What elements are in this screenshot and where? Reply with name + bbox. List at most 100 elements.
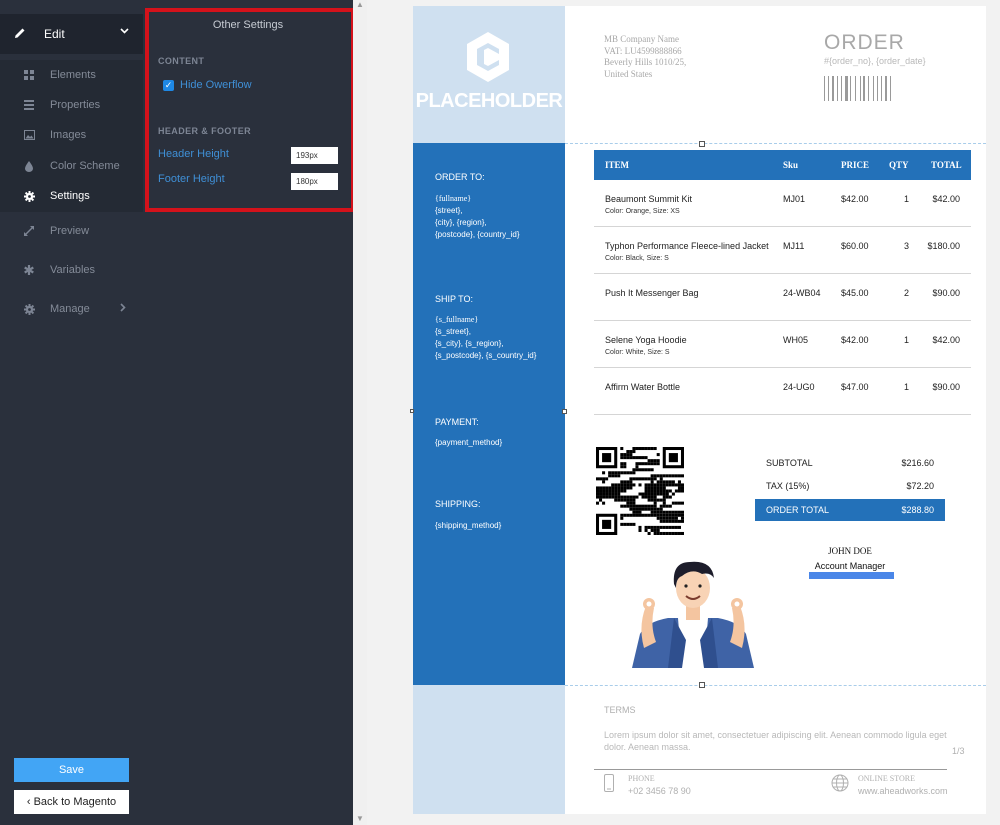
logo-icon: [467, 32, 509, 82]
resize-handle[interactable]: [410, 409, 414, 413]
qr-module: [641, 513, 645, 517]
save-button[interactable]: Save: [14, 758, 129, 782]
qr-module: [659, 483, 663, 487]
qr-module: [626, 480, 630, 484]
address-line: {s_postcode}, {s_country_id}: [435, 351, 537, 360]
edit-menu-toggle[interactable]: Edit: [0, 14, 143, 54]
qr-module: [671, 525, 675, 529]
ship-to-heading: SHIP TO:: [435, 294, 474, 304]
qr-module: [599, 492, 603, 496]
qr-module: [677, 480, 681, 484]
nav-item-images[interactable]: Images: [0, 120, 143, 150]
nav-item-label: Images: [50, 129, 87, 141]
qr-module: [662, 513, 666, 517]
qr-module: [611, 495, 615, 499]
qr-module: [608, 495, 612, 499]
qr-module: [632, 468, 636, 472]
qr-module: [656, 474, 660, 478]
barcode-bar: [835, 76, 836, 101]
barcode-bar: [875, 76, 876, 101]
qr-module: [623, 498, 627, 502]
nav-item-elements[interactable]: Elements: [0, 60, 143, 90]
qr-module: [656, 498, 660, 502]
qr-module: [626, 453, 630, 457]
nav-item-variables[interactable]: Variables: [0, 255, 143, 285]
qr-module: [596, 489, 600, 493]
qr-module: [644, 468, 648, 472]
qr-module: [653, 459, 657, 463]
qr-module: [680, 510, 684, 514]
qr-module: [653, 501, 657, 505]
qr-module: [620, 480, 624, 484]
barcode-bar: [869, 76, 871, 101]
qr-module: [656, 492, 660, 496]
footer-divider: [565, 685, 986, 686]
checkmark-icon[interactable]: ✓: [163, 79, 174, 91]
nav-item-label: Elements: [50, 69, 96, 81]
qr-module: [632, 447, 636, 451]
qr-module: [608, 486, 612, 490]
qr-module: [608, 474, 612, 478]
item-name: Typhon Performance Fleece-lined Jacket: [605, 241, 769, 251]
qr-module: [635, 456, 639, 460]
gear-icon: [22, 190, 36, 202]
qr-module: [647, 468, 651, 472]
nav-item-color-scheme[interactable]: Color Scheme: [0, 151, 143, 181]
payment-heading: PAYMENT:: [435, 417, 479, 427]
qr-module: [659, 477, 663, 481]
qr-module: [605, 477, 609, 481]
nav-item-settings[interactable]: Settings: [0, 181, 143, 211]
qr-module: [650, 492, 654, 496]
qr-module: [680, 474, 684, 478]
qr-module: [638, 510, 642, 514]
panel-title: Other Settings: [212, 19, 284, 31]
qr-module: [596, 486, 600, 490]
qr-module: [665, 516, 669, 520]
qr-module: [680, 519, 684, 523]
item-total: $180.00: [927, 241, 960, 251]
nav-item-manage[interactable]: Manage: [0, 294, 143, 324]
item-price: $60.00: [841, 241, 869, 251]
resize-handle[interactable]: [562, 409, 567, 414]
order-total-value: $288.80: [901, 505, 934, 515]
qr-module: [674, 531, 678, 535]
qr-module: [626, 513, 630, 517]
barcode-bar: [879, 76, 881, 101]
qr-module: [653, 528, 657, 532]
qr-module: [602, 477, 606, 481]
qr-module: [653, 507, 657, 511]
qr-module: [674, 489, 678, 493]
qr-module: [662, 501, 666, 505]
qr-module: [638, 504, 642, 508]
scroll-down-icon[interactable]: ▼: [356, 814, 364, 823]
nav-item-properties[interactable]: Properties: [0, 90, 143, 120]
scrollbar[interactable]: ▲ ▼: [353, 0, 367, 825]
qr-module: [620, 486, 624, 490]
back-to-magento-button[interactable]: ‹ Back to Magento: [14, 790, 129, 814]
qr-module: [611, 492, 615, 496]
hide-overflow-checkbox[interactable]: ✓ Hide Owerflow: [163, 79, 252, 91]
qr-module: [629, 453, 633, 457]
header-height-input[interactable]: [291, 147, 338, 164]
qr-module: [605, 489, 609, 493]
barcode-bar: [828, 76, 830, 101]
qr-module: [653, 477, 657, 481]
resize-handle[interactable]: [699, 141, 705, 147]
item-qty: 1: [903, 382, 909, 392]
qr-module: [614, 474, 618, 478]
qr-module: [638, 513, 642, 517]
qr-module: [602, 471, 606, 475]
qr-module: [599, 477, 603, 481]
qr-module: [659, 516, 663, 520]
scroll-up-icon[interactable]: ▲: [356, 0, 364, 9]
qr-module: [638, 525, 642, 529]
qr-module: [671, 483, 675, 487]
nav-item-preview[interactable]: Preview: [0, 216, 143, 246]
footer-height-input[interactable]: [291, 173, 338, 190]
item-price: $47.00: [841, 382, 869, 392]
resize-handle[interactable]: [699, 682, 705, 688]
qr-module: [650, 528, 654, 532]
item-sku: MJ01: [783, 194, 806, 204]
qr-module: [602, 480, 606, 484]
ship-to-address: {s_fullname} {s_street}, {s_city}, {s_re…: [435, 314, 536, 362]
